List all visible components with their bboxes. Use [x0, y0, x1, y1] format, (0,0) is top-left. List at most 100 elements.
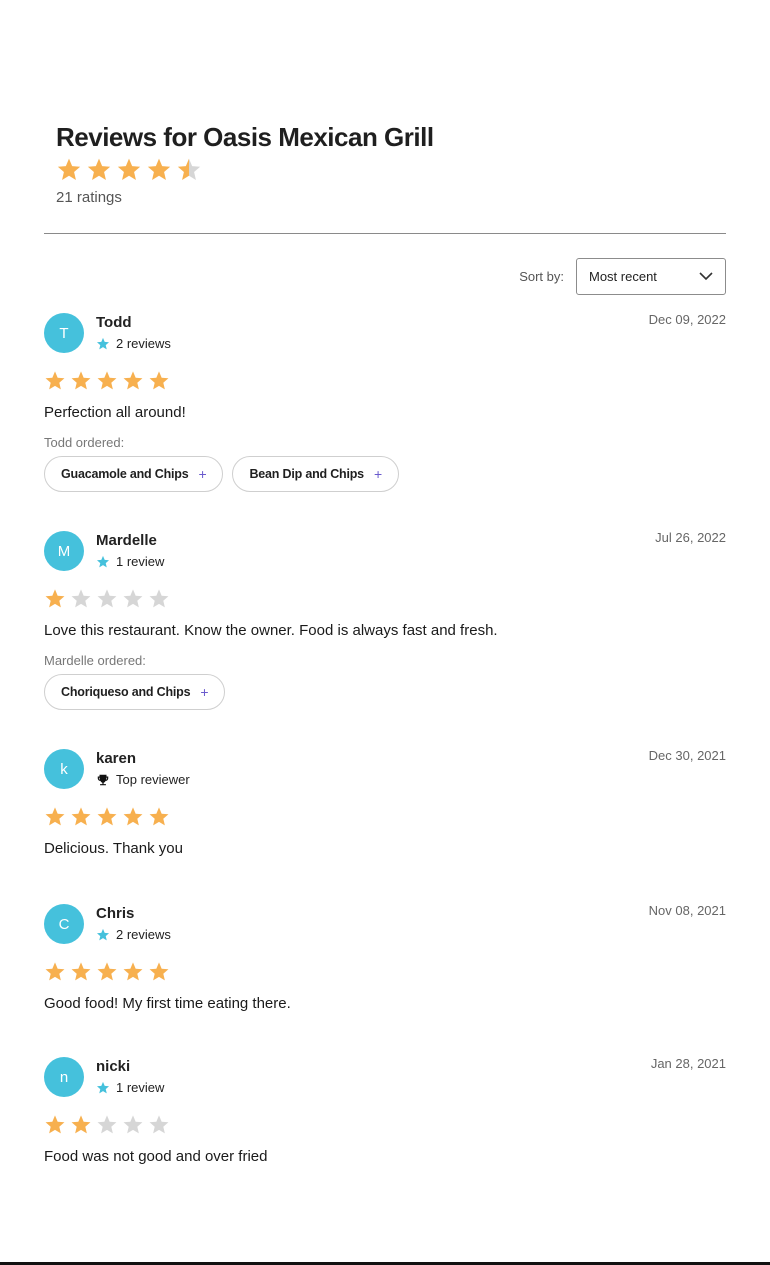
review-rating-stars [44, 806, 726, 828]
plus-icon: + [198, 466, 207, 482]
reviewer-badge: 1 review [96, 1080, 164, 1095]
ordered-item-label: Guacamole and Chips [61, 467, 189, 481]
star-filled-icon [86, 157, 112, 183]
reviewer-name[interactable]: karen [96, 750, 136, 767]
star-empty-icon [122, 1114, 144, 1136]
reviewer-name[interactable]: nicki [96, 1058, 130, 1075]
review-date: Dec 30, 2021 [648, 748, 726, 763]
review-date: Dec 09, 2022 [648, 312, 726, 327]
ordered-items: Guacamole and Chips + Bean Dip and Chips + [44, 456, 726, 492]
review-header: M Mardelle 1 review Jul 26, 2022 [44, 530, 726, 586]
reviewer-badge: 2 reviews [96, 927, 171, 942]
sort-selected-value: Most recent [589, 269, 657, 284]
star-half-icon [176, 157, 202, 183]
review-header: T Todd 2 reviews Dec 09, 2022 [44, 312, 726, 368]
review-text: Food was not good and over fried [44, 1148, 268, 1165]
review-item: k karen Top reviewer Dec 30, 2021 Delicious.… [44, 748, 726, 857]
ordered-item-chip[interactable]: Bean Dip and Chips + [232, 456, 399, 492]
star-icon [96, 928, 110, 942]
star-filled-icon [148, 806, 170, 828]
star-filled-icon [116, 157, 142, 183]
ordered-item-chip[interactable]: Guacamole and Chips + [44, 456, 224, 492]
review-date: Jul 26, 2022 [655, 530, 726, 545]
header-divider [44, 233, 726, 234]
review-date: Jan 28, 2021 [650, 1056, 726, 1071]
reviewer-name[interactable]: Todd [96, 314, 132, 331]
reviewer-name[interactable]: Mardelle [96, 532, 157, 549]
star-filled-icon [44, 806, 66, 828]
star-filled-icon [122, 806, 144, 828]
review-rating-stars [44, 1114, 726, 1136]
reviews-header: Reviews for Oasis Mexican Grill 21 ratin… [56, 122, 434, 206]
review-text: Delicious. Thank you [44, 840, 183, 857]
star-filled-icon [56, 157, 82, 183]
reviewer-name[interactable]: Chris [96, 905, 134, 922]
star-filled-icon [44, 370, 66, 392]
review-text: Good food! My first time eating there. [44, 995, 291, 1012]
star-icon [96, 1081, 110, 1095]
star-icon [96, 555, 110, 569]
review-text: Perfection all around! [44, 404, 186, 421]
star-filled-icon [96, 370, 118, 392]
review-header: C Chris 2 reviews Nov 08, 2021 [44, 903, 726, 959]
avatar[interactable]: n [44, 1057, 84, 1097]
review-rating-stars [44, 588, 726, 610]
star-filled-icon [148, 370, 170, 392]
star-filled-icon [148, 961, 170, 983]
review-text: Love this restaurant. Know the owner. Fo… [44, 622, 498, 639]
star-filled-icon [70, 1114, 92, 1136]
star-filled-icon [70, 961, 92, 983]
reviewer-badge-text: 1 review [116, 554, 165, 569]
avatar[interactable]: T [44, 313, 84, 353]
star-filled-icon [122, 961, 144, 983]
review-item: T Todd 2 reviews Dec 09, 2022 Perfection all… [44, 312, 726, 492]
star-filled-icon [44, 588, 66, 610]
avatar[interactable]: k [44, 749, 84, 789]
review-item: n nicki 1 review Jan 28, 2021 Food was not g… [44, 1056, 726, 1165]
star-empty-icon [122, 588, 144, 610]
reviewer-badge: 1 review [96, 554, 164, 569]
star-filled-icon [122, 370, 144, 392]
reviews-list: T Todd 2 reviews Dec 09, 2022 Perfection all… [44, 312, 726, 1165]
star-empty-icon [148, 1114, 170, 1136]
review-header: k karen Top reviewer Dec 30, 2021 [44, 748, 726, 804]
review-item: M Mardelle 1 review Jul 26, 2022 Love this r… [44, 530, 726, 710]
star-filled-icon [70, 806, 92, 828]
sort-control: Sort by: Most recent [519, 258, 726, 295]
star-filled-icon [146, 157, 172, 183]
reviewer-badge: Top reviewer [96, 772, 190, 787]
reviewer-badge-text: 2 reviews [116, 336, 171, 351]
star-filled-icon [70, 370, 92, 392]
sort-select[interactable]: Most recent [576, 258, 726, 295]
review-rating-stars [44, 370, 726, 392]
ordered-label: Todd ordered: [44, 435, 125, 450]
avatar[interactable]: C [44, 904, 84, 944]
ordered-label: Mardelle ordered: [44, 653, 146, 668]
ordered-items: Choriqueso and Chips + [44, 674, 726, 710]
ordered-item-label: Choriqueso and Chips [61, 685, 191, 699]
page-title: Reviews for Oasis Mexican Grill [56, 122, 434, 152]
plus-icon: + [200, 684, 209, 700]
trophy-icon [96, 773, 110, 787]
star-icon [96, 337, 110, 351]
chevron-down-icon [699, 272, 713, 281]
plus-icon: + [373, 466, 382, 482]
review-rating-stars [44, 961, 726, 983]
star-empty-icon [96, 1114, 118, 1136]
reviewer-badge-text: 1 review [116, 1080, 165, 1095]
star-filled-icon [44, 1114, 66, 1136]
ordered-item-chip[interactable]: Choriqueso and Chips + [44, 674, 226, 710]
reviewer-badge-text: 2 reviews [116, 927, 171, 942]
review-date: Nov 08, 2021 [648, 903, 726, 918]
overall-rating-stars [56, 157, 434, 183]
sort-label: Sort by: [519, 269, 564, 284]
reviewer-badge: 2 reviews [96, 336, 171, 351]
star-filled-icon [96, 961, 118, 983]
avatar[interactable]: M [44, 531, 84, 571]
star-empty-icon [96, 588, 118, 610]
ordered-item-label: Bean Dip and Chips [249, 467, 364, 481]
star-filled-icon [96, 806, 118, 828]
review-header: n nicki 1 review Jan 28, 2021 [44, 1056, 726, 1112]
star-empty-icon [70, 588, 92, 610]
star-empty-icon [148, 588, 170, 610]
